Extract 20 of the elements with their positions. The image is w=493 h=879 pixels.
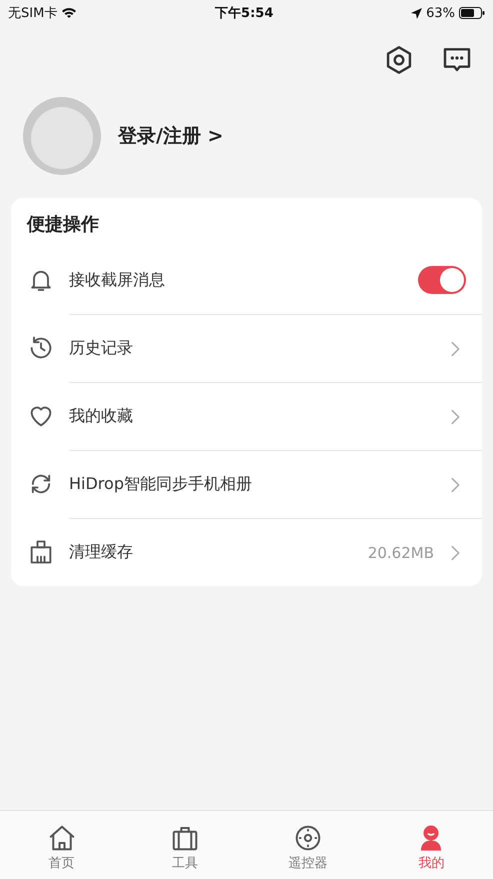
login-link[interactable]: 登录/注册 > — [118, 123, 224, 149]
wifi-icon — [61, 7, 78, 19]
battery-percent: 63% — [426, 6, 455, 20]
location-arrow-icon — [411, 8, 422, 18]
home-icon — [46, 823, 77, 853]
menu-item-label[interactable]: HiDrop智能同步手机相册 — [69, 474, 444, 495]
cache-size: 20.62MB — [368, 544, 434, 562]
menu-item-label[interactable]: 清理缓存 — [69, 542, 368, 563]
battery-icon — [459, 7, 485, 19]
toggle-switch[interactable] — [418, 266, 466, 294]
tab[interactable]: 工具 — [123, 811, 246, 879]
tab[interactable]: 遥控器 — [246, 811, 370, 879]
menu-item-label[interactable]: 接收截屏消息 — [69, 270, 418, 290]
menu-item-label[interactable]: 历史记录 — [69, 338, 444, 359]
card-title: 便捷操作 — [26, 213, 100, 237]
tab[interactable]: 我的 — [370, 811, 493, 879]
clock-text: 下午5:54 — [215, 5, 274, 22]
carrier-text: 无SIM卡 — [8, 5, 58, 22]
tab[interactable]: 首页 — [0, 811, 124, 879]
menu-item-label[interactable]: 我的收藏 — [69, 406, 444, 427]
